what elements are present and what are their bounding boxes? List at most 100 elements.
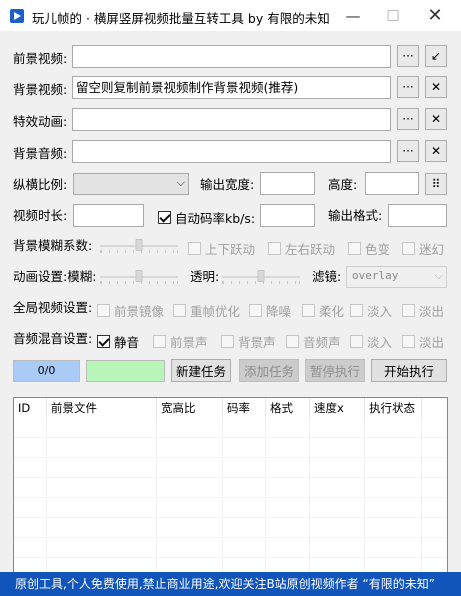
background-blur-label: 背景模糊系数: <box>13 238 93 253</box>
output-format-label: 输出格式: <box>328 208 383 223</box>
status-bar: 原创工具,个人免费使用,禁止商业用途,欢迎关注B站原创视频作者 “有限的未知” <box>0 572 461 596</box>
soften-checkbox[interactable]: 柔化 <box>302 301 344 320</box>
mute-label: 静音 <box>114 335 140 350</box>
background-audio-input[interactable] <box>72 140 391 163</box>
background-browse-button[interactable]: ··· <box>397 76 419 98</box>
expand-icon[interactable]: ↙ <box>425 45 447 67</box>
foreground-sound-checkbox[interactable]: 前景声 <box>153 332 208 351</box>
output-height-input[interactable] <box>365 172 419 195</box>
bounce-horizontal-label: 左右跃动 <box>285 242 336 257</box>
column-header-speed[interactable]: 速度x <box>310 398 365 418</box>
aspect-ratio-label: 纵横比例: <box>13 177 68 192</box>
column-header-bitrate[interactable]: 码率 <box>223 398 266 418</box>
swap-dimensions-button[interactable]: ⠿ <box>425 173 447 195</box>
background-audio-label: 背景音频: <box>13 146 68 161</box>
effect-animation-label: 特效动画: <box>13 114 68 129</box>
column-header-foreground-file[interactable]: 前景文件 <box>47 398 157 418</box>
output-width-input[interactable] <box>260 172 315 195</box>
animation-blur-slider[interactable] <box>100 268 178 286</box>
effect-animation-input[interactable] <box>72 108 391 131</box>
color-shift-checkbox[interactable]: 色变 <box>348 239 390 258</box>
effect-clear-button[interactable]: ✕ <box>425 108 447 130</box>
bounce-vertical-label: 上下跃动 <box>205 242 256 257</box>
output-height-label: 高度: <box>328 177 358 192</box>
soften-label: 柔化 <box>319 304 345 319</box>
color-shift-label: 色变 <box>365 242 391 257</box>
background-video-label: 背景视频: <box>13 82 68 97</box>
video-duration-input[interactable] <box>73 204 144 227</box>
foreground-browse-button[interactable]: ··· <box>397 45 419 67</box>
slider-thumb[interactable] <box>135 270 143 282</box>
background-clear-button[interactable]: ✕ <box>425 76 447 98</box>
auto-bitrate-label: 自动码率kb/s: <box>175 211 256 226</box>
audio-browse-button[interactable]: ··· <box>397 140 419 162</box>
filter-value: overlay <box>352 269 399 282</box>
video-fade-in-checkbox[interactable]: 淡入 <box>350 301 392 320</box>
column-header-status[interactable]: 执行状态 <box>365 398 422 418</box>
audio-sound-checkbox[interactable]: 音频声 <box>286 332 341 351</box>
window-title: 玩儿帧的 · 横屏竖屏视频批量互转工具 by 有限的未知 <box>32 11 330 26</box>
output-format-input[interactable] <box>388 204 447 227</box>
slider-thumb[interactable] <box>257 270 265 282</box>
foreground-video-input[interactable] <box>72 45 391 68</box>
aspect-ratio-select[interactable]: ⌵ <box>73 173 189 195</box>
animation-settings-label: 动画设置:模糊: <box>13 269 97 284</box>
task-table[interactable]: ID 前景文件 宽高比 码率 格式 速度x 执行状态 <box>13 397 448 573</box>
minimize-button[interactable]: — <box>333 0 373 31</box>
filter-select[interactable]: overlay ⌵ <box>346 266 447 288</box>
video-fade-out-checkbox[interactable]: 淡出 <box>402 301 444 320</box>
column-header-id[interactable]: ID <box>14 398 47 418</box>
auto-bitrate-checkbox[interactable]: 自动码率kb/s: <box>158 208 255 227</box>
bounce-vertical-checkbox[interactable]: 上下跃动 <box>188 239 255 258</box>
audio-fade-in-label: 淡入 <box>367 335 393 350</box>
app-icon <box>10 9 24 23</box>
audio-fade-in-checkbox[interactable]: 淡入 <box>350 332 392 351</box>
maximize-button[interactable]: ☐ <box>373 0 413 31</box>
psychedelic-checkbox[interactable]: 迷幻 <box>402 239 444 258</box>
progress-text: 0/0 <box>37 364 56 377</box>
column-header-format[interactable]: 格式 <box>266 398 310 418</box>
bounce-horizontal-checkbox[interactable]: 左右跃动 <box>268 239 335 258</box>
transparency-slider[interactable] <box>222 268 300 286</box>
filter-label: 滤镜: <box>312 269 342 284</box>
denoise-label: 降噪 <box>266 304 292 319</box>
foreground-mirror-checkbox[interactable]: 前景镜像 <box>97 301 164 320</box>
video-fade-in-label: 淡入 <box>367 304 393 319</box>
background-sound-label: 背景声 <box>238 335 276 350</box>
add-task-button[interactable]: 添加任务 <box>239 359 299 382</box>
audio-sound-label: 音频声 <box>303 335 341 350</box>
start-button[interactable]: 开始执行 <box>371 359 447 382</box>
background-video-input[interactable]: 留空则复制前景视频制作背景视频(推荐) <box>72 76 391 99</box>
column-header-aspect-ratio[interactable]: 宽高比 <box>157 398 223 418</box>
bitrate-input[interactable] <box>260 204 315 227</box>
status-indicator <box>86 360 165 382</box>
new-task-button[interactable]: 新建任务 <box>171 359 231 382</box>
chevron-down-icon: ⌵ <box>434 269 443 282</box>
audio-fade-out-label: 淡出 <box>419 335 445 350</box>
background-blur-slider[interactable] <box>100 237 178 255</box>
chevron-down-icon: ⌵ <box>176 176 185 189</box>
video-fade-out-label: 淡出 <box>419 304 445 319</box>
slider-thumb[interactable] <box>135 239 143 251</box>
frame-optimize-checkbox[interactable]: 重帧优化 <box>173 301 240 320</box>
video-duration-label: 视频时长: <box>13 208 68 223</box>
effect-browse-button[interactable]: ··· <box>397 108 419 130</box>
foreground-sound-label: 前景声 <box>170 335 208 350</box>
transparency-label: 透明: <box>190 269 220 284</box>
foreground-mirror-label: 前景镜像 <box>114 304 165 319</box>
psychedelic-label: 迷幻 <box>419 242 445 257</box>
status-fill <box>87 361 164 381</box>
frame-optimize-label: 重帧优化 <box>190 304 241 319</box>
checkbox-box <box>158 211 171 224</box>
audio-mix-settings-label: 音频混音设置: <box>13 331 93 346</box>
title-bar: 玩儿帧的 · 横屏竖屏视频批量互转工具 by 有限的未知 — ☐ ✕ <box>0 0 461 31</box>
mute-checkbox[interactable]: 静音 <box>97 332 139 351</box>
task-progress-bar: 0/0 <box>13 360 80 382</box>
audio-clear-button[interactable]: ✕ <box>425 140 447 162</box>
background-sound-checkbox[interactable]: 背景声 <box>221 332 276 351</box>
output-width-label: 输出宽度: <box>200 177 255 192</box>
close-window-button[interactable]: ✕ <box>415 0 455 31</box>
denoise-checkbox[interactable]: 降噪 <box>249 301 291 320</box>
audio-fade-out-checkbox[interactable]: 淡出 <box>402 332 444 351</box>
pause-button[interactable]: 暂停执行 <box>305 359 365 382</box>
